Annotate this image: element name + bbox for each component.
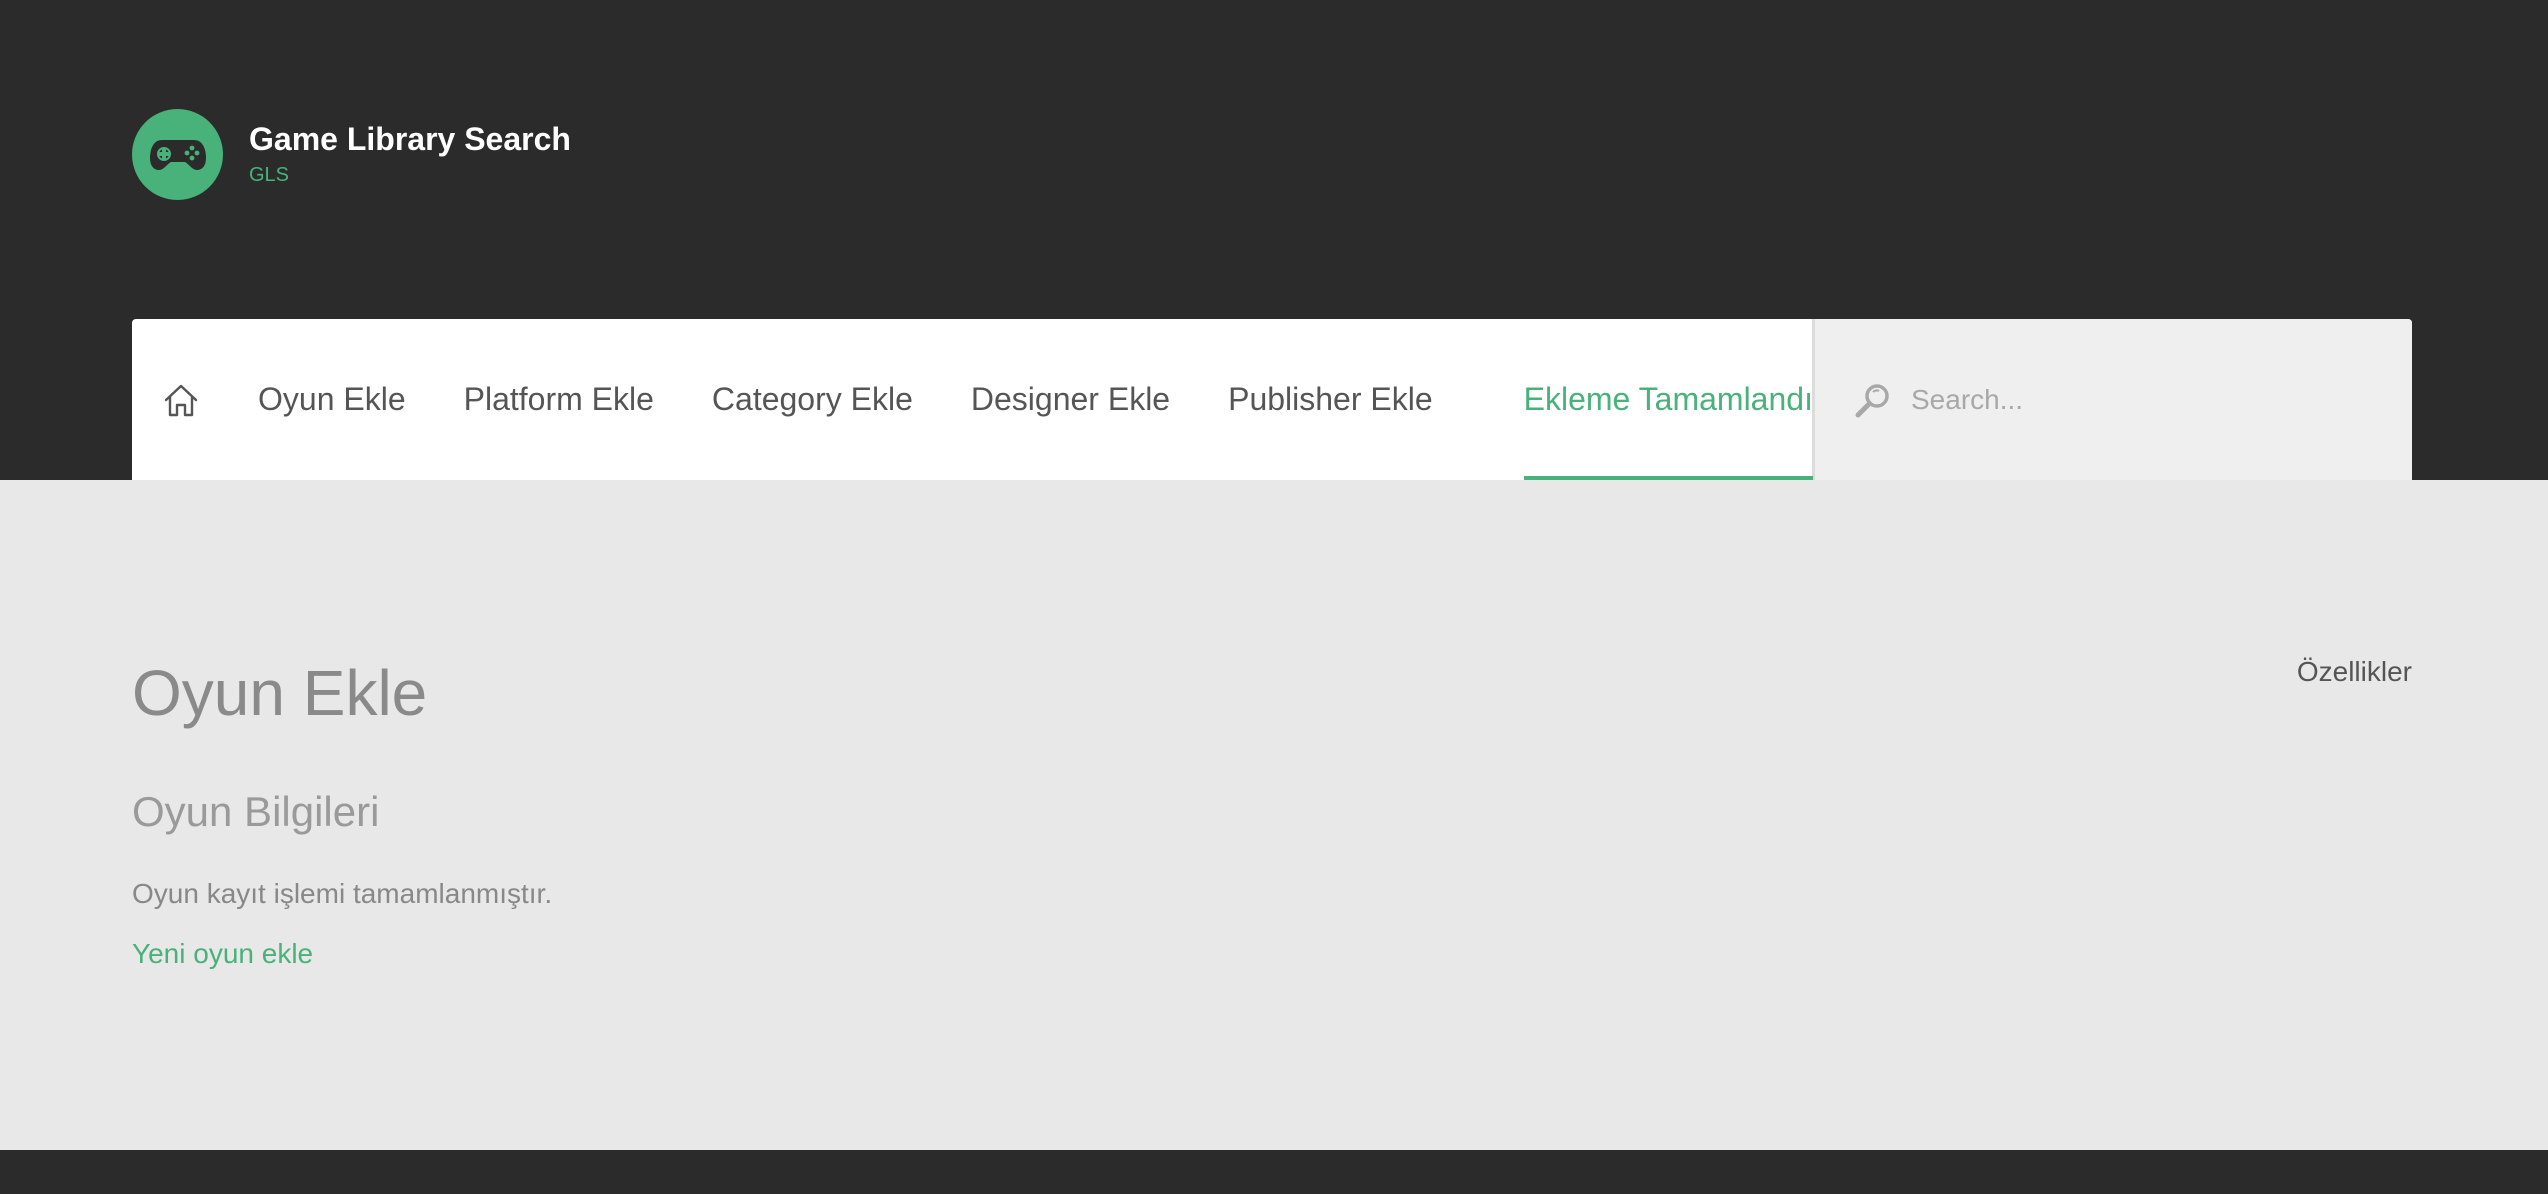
page-title: Oyun Ekle bbox=[132, 657, 428, 729]
home-icon[interactable] bbox=[162, 379, 200, 421]
app-title: Game Library Search bbox=[249, 121, 571, 157]
nav-item-oyun-ekle[interactable]: Oyun Ekle bbox=[258, 319, 406, 480]
app-subtitle: GLS bbox=[249, 164, 290, 186]
search-bar bbox=[1812, 319, 2412, 480]
nav-item-publisher-ekle[interactable]: Publisher Ekle bbox=[1228, 319, 1433, 480]
search-input[interactable] bbox=[1911, 383, 2411, 416]
main-content: Oyun Ekle Özellikler Oyun Bilgileri Oyun… bbox=[132, 480, 2412, 1150]
brand[interactable]: Game Library Search GLS bbox=[132, 108, 571, 200]
nav-item-platform-ekle[interactable]: Platform Ekle bbox=[464, 319, 654, 480]
footer bbox=[0, 1150, 2548, 1194]
section-title: Oyun Bilgileri bbox=[132, 788, 380, 835]
nav-item-ekleme-tamamlandi[interactable]: Ekleme Tamamlandı bbox=[1523, 319, 1814, 480]
add-new-game-link[interactable]: Yeni oyun ekle bbox=[132, 938, 313, 970]
main-nav: Oyun Ekle Platform Ekle Category Ekle De… bbox=[132, 319, 2412, 480]
nav-item-category-ekle[interactable]: Category Ekle bbox=[712, 319, 913, 480]
gamepad-icon bbox=[132, 108, 223, 200]
search-icon bbox=[1855, 383, 1889, 417]
nav-item-designer-ekle[interactable]: Designer Ekle bbox=[971, 319, 1170, 480]
success-message: Oyun kayıt işlemi tamamlanmıştır. bbox=[132, 878, 553, 909]
features-link[interactable]: Özellikler bbox=[2297, 656, 2412, 688]
